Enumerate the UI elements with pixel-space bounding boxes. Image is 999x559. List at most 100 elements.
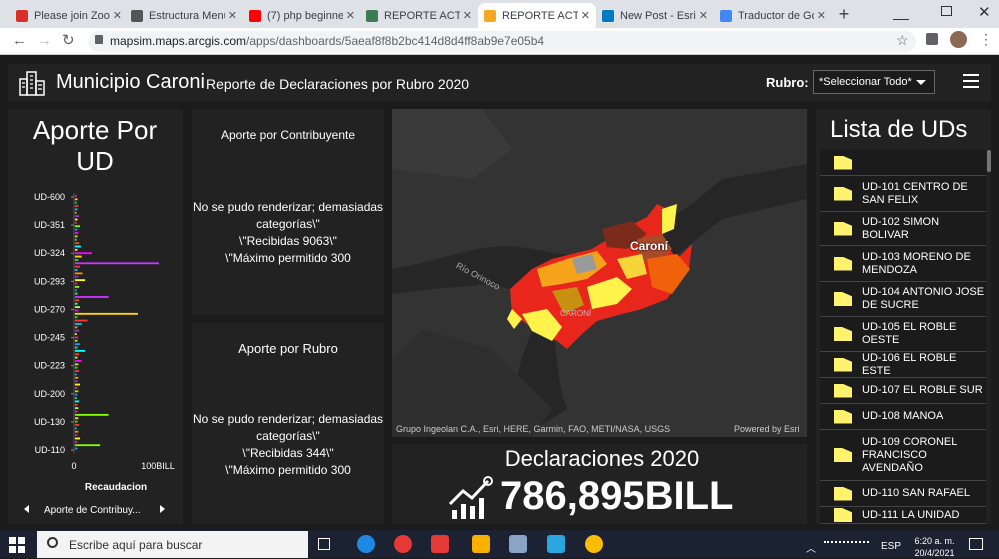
- youtube-app-icon[interactable]: [394, 535, 412, 553]
- close-tab-icon[interactable]: ✕: [699, 9, 708, 22]
- browser-tab[interactable]: Estructura Menu ✕: [125, 3, 243, 28]
- notification-icon[interactable]: [969, 538, 983, 550]
- ud-list-item[interactable]: UD-103 MORENO DE MENDOZA: [820, 246, 986, 282]
- scrollbar-thumb[interactable]: [987, 150, 991, 172]
- map-city-label: Caroní: [630, 239, 669, 253]
- y-tick-label: UD-600: [34, 192, 65, 202]
- extensions-icon[interactable]: [926, 33, 938, 45]
- taskbar-search-box[interactable]: Escribe aquí para buscar: [37, 531, 308, 558]
- chart-bar: [75, 285, 80, 288]
- tray-icons[interactable]: [824, 541, 869, 551]
- star-icon[interactable]: ☆: [896, 32, 909, 49]
- ud-list-item[interactable]: UD-104 ANTONIO JOSE DE SUCRE: [820, 282, 986, 317]
- new-tab-button[interactable]: +: [834, 4, 854, 24]
- chart-bar: [75, 349, 86, 352]
- close-tab-icon[interactable]: ✕: [346, 9, 355, 22]
- browser-tab[interactable]: REPORTE ACTIVI✕: [478, 3, 596, 28]
- map-powered-by: Powered by Esri: [734, 424, 800, 434]
- y-tick-label: UD-110: [35, 445, 65, 455]
- folder-icon: [834, 186, 852, 201]
- chart-bar: [75, 420, 78, 423]
- ud-list-item[interactable]: UD-108 MANOA: [820, 404, 986, 430]
- ud-list-item[interactable]: UD-109 CORONEL FRANCISCO AVENDAÑO: [820, 430, 986, 481]
- chrome-app-icon[interactable]: [585, 535, 603, 553]
- aporte-ud-bar-chart: UD-600 UD-351 UD-324 UD-293 UD-270 UD-245 UD-2…: [34, 192, 175, 493]
- aporte-ud-footer[interactable]: Aporte de Contribuy...: [16, 500, 176, 522]
- ud-list-item[interactable]: UD-107 EL ROBLE SUR: [820, 378, 986, 404]
- chart-bar: [75, 400, 80, 403]
- reload-icon[interactable]: ↻: [62, 31, 75, 49]
- clock[interactable]: 6:20 a. m. 20/4/2021: [912, 535, 957, 559]
- folder-app-icon[interactable]: [472, 535, 490, 553]
- y-tick-label: UD-223: [34, 361, 65, 371]
- edge-app-icon[interactable]: [357, 535, 375, 553]
- clock-date: 20/4/2021: [914, 548, 955, 558]
- ud-list-item[interactable]: [820, 150, 986, 176]
- browser-tab[interactable]: Please join Zoom✕: [10, 3, 128, 28]
- chart-bar: [75, 323, 82, 325]
- map-view[interactable]: Caroní Río Orinoco CARONÍ Grupo Ingeolan…: [392, 109, 807, 437]
- avatar[interactable]: [950, 31, 967, 48]
- scanner-app-icon[interactable]: [431, 535, 449, 553]
- footer-label: Aporte de Contribuy...: [44, 505, 141, 516]
- url-text[interactable]: mapsim.maps.arcgis.com/apps/dashboards/5…: [110, 34, 544, 48]
- back-icon[interactable]: ←: [12, 32, 27, 49]
- browser-tab[interactable]: Traductor de Go ✕: [714, 3, 832, 28]
- indicator-value: 786,895BILL: [500, 474, 734, 518]
- ud-list-item-label: UD-108 MANOA: [862, 410, 944, 422]
- folder-icon: [834, 292, 852, 306]
- close-tab-icon[interactable]: ✕: [113, 9, 122, 22]
- menu-dots-icon[interactable]: ⋮: [979, 31, 993, 48]
- ud-list-item-label: UD-111 LA UNIDAD: [862, 508, 960, 521]
- browser-tab[interactable]: (7) php beginner ✕: [243, 3, 361, 28]
- map-canvas[interactable]: [392, 109, 807, 437]
- forward-icon[interactable]: →: [37, 32, 52, 49]
- chart-bar: [75, 302, 78, 305]
- chart-bar: [75, 289, 77, 292]
- ud-list-item[interactable]: UD-110 SAN RAFAEL: [820, 481, 986, 507]
- chart-bar: [75, 242, 80, 245]
- chart-bar: [75, 417, 79, 420]
- browser-tab-label: (7) php beginner: [267, 9, 343, 22]
- hamburger-menu-icon[interactable]: [963, 74, 979, 88]
- next-arrow-icon[interactable]: [160, 505, 165, 513]
- close-tab-icon[interactable]: ✕: [463, 9, 472, 22]
- ud-list-item[interactable]: UD-105 EL ROBLE OESTE: [820, 317, 986, 352]
- chart-bar: [75, 376, 79, 379]
- tools-app-icon[interactable]: [509, 535, 527, 553]
- chart-bar: [75, 440, 78, 443]
- search-icon: [47, 537, 58, 548]
- chart-bar: [75, 316, 78, 319]
- dev-app-icon[interactable]: [547, 535, 565, 553]
- close-tab-icon[interactable]: ✕: [817, 9, 826, 22]
- close-tab-icon[interactable]: ✕: [581, 9, 590, 22]
- browser-tab[interactable]: REPORTE ACTIVI✕: [360, 3, 478, 28]
- close-tab-icon[interactable]: ✕: [228, 9, 237, 22]
- ud-list-item[interactable]: UD-111 LA UNIDAD: [820, 507, 986, 524]
- ud-list-item-label: UD-106 EL ROBLE ESTE: [862, 351, 957, 377]
- maximize-button[interactable]: [941, 6, 952, 16]
- tray-up-icon[interactable]: ︿: [806, 540, 816, 555]
- browser-tab[interactable]: New Post - Esri ✕: [596, 3, 714, 28]
- chart-bar: [75, 346, 78, 349]
- windows-start-icon[interactable]: [9, 537, 25, 553]
- chart-bar: [75, 306, 81, 309]
- minimize-button[interactable]: [893, 6, 909, 20]
- chart-bar: [75, 235, 78, 238]
- chart-bar: [75, 208, 78, 211]
- prev-arrow-icon[interactable]: [24, 505, 29, 513]
- folder-icon: [834, 221, 852, 236]
- close-window-button[interactable]: ✕: [978, 3, 991, 21]
- chart-bar: [75, 282, 78, 285]
- ud-list-item[interactable]: UD-106 EL ROBLE ESTE: [820, 352, 986, 378]
- rubro-select[interactable]: *Seleccionar Todo*: [813, 70, 935, 94]
- ud-list-item[interactable]: UD-102 SIMON BOLIVAR: [820, 212, 986, 246]
- lock-icon[interactable]: [95, 35, 103, 44]
- ud-list-item[interactable]: UD-101 CENTRO DE SAN FELIX: [820, 176, 986, 212]
- task-view-icon[interactable]: [318, 538, 330, 550]
- input-language[interactable]: ESP: [881, 541, 901, 552]
- chart-bar: [75, 356, 78, 359]
- x-tick-label: 100BILL: [141, 461, 175, 471]
- chart-bar: [75, 225, 81, 228]
- y-tick-label: UD-130: [34, 417, 65, 427]
